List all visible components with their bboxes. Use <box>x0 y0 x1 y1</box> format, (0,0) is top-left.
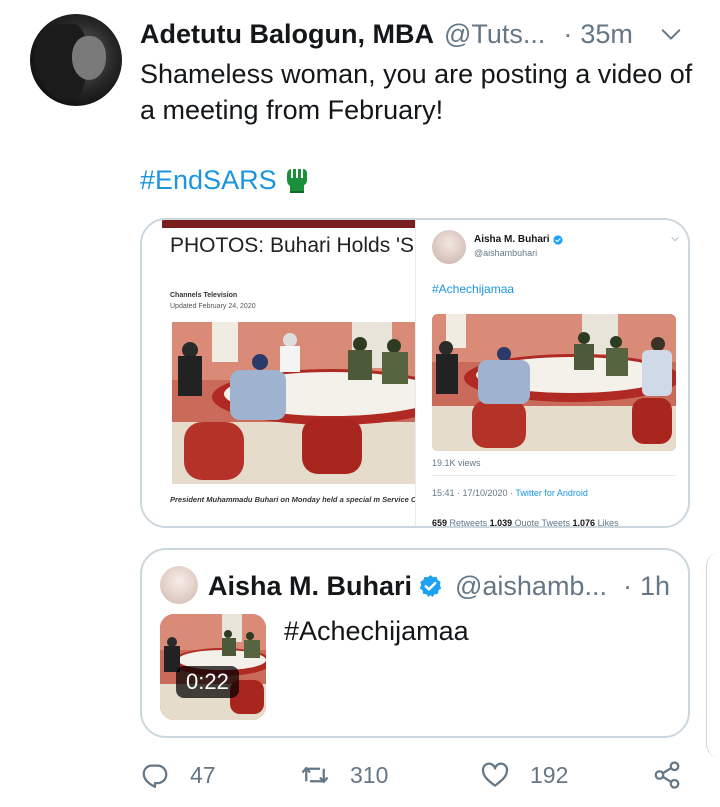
article-photo <box>172 322 415 484</box>
quoted-separator: · <box>622 570 632 601</box>
video-thumbnail[interactable]: 0:22 <box>160 614 266 720</box>
reply-icon <box>142 764 168 788</box>
like-button[interactable]: 192 <box>480 758 568 792</box>
quoted-name[interactable]: Aisha M. Buhari <box>208 571 412 602</box>
shot-hashtag: #Achechijamaa <box>432 282 515 296</box>
shot-quotes-count: 1,039 <box>489 518 513 528</box>
author-handle[interactable]: @Tuts... <box>444 19 545 50</box>
reply-count: 47 <box>190 761 216 788</box>
retweet-count: 310 <box>350 761 389 788</box>
quoted-time[interactable]: 1h <box>640 571 670 602</box>
shot-time: 15:41 · 17/10/2020 · Twitter for Android <box>432 488 588 498</box>
shot-time-text: 15:41 · 17/10/2020 · <box>432 488 516 498</box>
shot-likes-label: Likes <box>597 518 619 528</box>
shot-retweets-count: 659 <box>432 518 448 528</box>
article-updated: Updated February 24, 2020 <box>170 303 256 310</box>
retweet-icon <box>301 767 329 783</box>
shot-photo <box>432 314 676 451</box>
next-card-edge <box>706 552 720 758</box>
shot-stats: 659 Retweets 1,039 Quote Tweets 1,076 Li… <box>432 518 619 528</box>
quoted-text[interactable]: #Achechijamaa <box>284 616 469 647</box>
hashtag-link[interactable]: #EndSARS <box>140 162 277 198</box>
shot-name-text: Aisha M. Buhari <box>474 234 550 245</box>
verified-icon <box>419 575 442 598</box>
screenshot-image: Aisha M. Buhari @aishambuhari #Achechija… <box>415 220 688 528</box>
like-icon <box>481 762 509 787</box>
shot-name: Aisha M. Buhari <box>474 234 563 245</box>
quoted-avatar[interactable] <box>160 566 198 604</box>
retweet-button[interactable]: 310 <box>300 758 388 792</box>
article-topbar <box>162 220 415 228</box>
shot-views: 19.1K views <box>432 458 481 468</box>
article-image: PHOTOS: Buhari Holds 'Sp Chiefs, IGP Cha… <box>142 220 415 526</box>
tweet-time[interactable]: 35m <box>580 19 633 50</box>
like-count: 192 <box>530 761 569 788</box>
article-source: Channels Television <box>170 292 238 299</box>
author-avatar[interactable] <box>30 14 122 106</box>
action-bar: 47 310 192 <box>140 758 700 792</box>
verified-icon <box>552 234 563 245</box>
tweet-text: Shameless woman, you are posting a video… <box>140 59 693 125</box>
reply-button[interactable]: 47 <box>140 758 216 792</box>
share-icon <box>654 761 680 789</box>
avatar-face <box>72 36 106 80</box>
chevron-down-icon <box>671 236 679 242</box>
media-card[interactable]: PHOTOS: Buhari Holds 'Sp Chiefs, IGP Cha… <box>140 218 690 528</box>
shot-retweets-label: Retweets <box>449 518 488 528</box>
shot-likes-count: 1,076 <box>572 518 596 528</box>
fist-icon <box>286 169 307 193</box>
article-caption: President Muhammadu Buhari on Monday hel… <box>170 495 415 504</box>
hashtag-line: #EndSARS <box>140 162 309 198</box>
quoted-handle[interactable]: @aishamb... <box>455 571 607 602</box>
shot-quotes-label: Quote Tweets <box>514 518 571 528</box>
chevron-down-icon[interactable] <box>660 23 682 45</box>
quoted-tweet[interactable]: Aisha M. Buhari @aishamb... · 1h 0:22 #A… <box>140 548 690 738</box>
quoted-header: Aisha M. Buhari @aishamb... · 1h <box>208 568 670 604</box>
author-name[interactable]: Adetutu Balogun, MBA <box>140 19 434 50</box>
shot-avatar <box>432 230 466 264</box>
article-title: PHOTOS: Buhari Holds 'Sp Chiefs, IGP <box>170 234 415 257</box>
share-button[interactable] <box>652 758 702 792</box>
shot-divider <box>432 475 676 476</box>
separator: · <box>563 18 573 49</box>
video-duration: 0:22 <box>176 666 239 698</box>
tweet-header: Adetutu Balogun, MBA @Tuts... · 35m <box>140 17 690 51</box>
shot-handle: @aishambuhari <box>474 248 538 258</box>
shot-app: Twitter for Android <box>515 488 588 498</box>
